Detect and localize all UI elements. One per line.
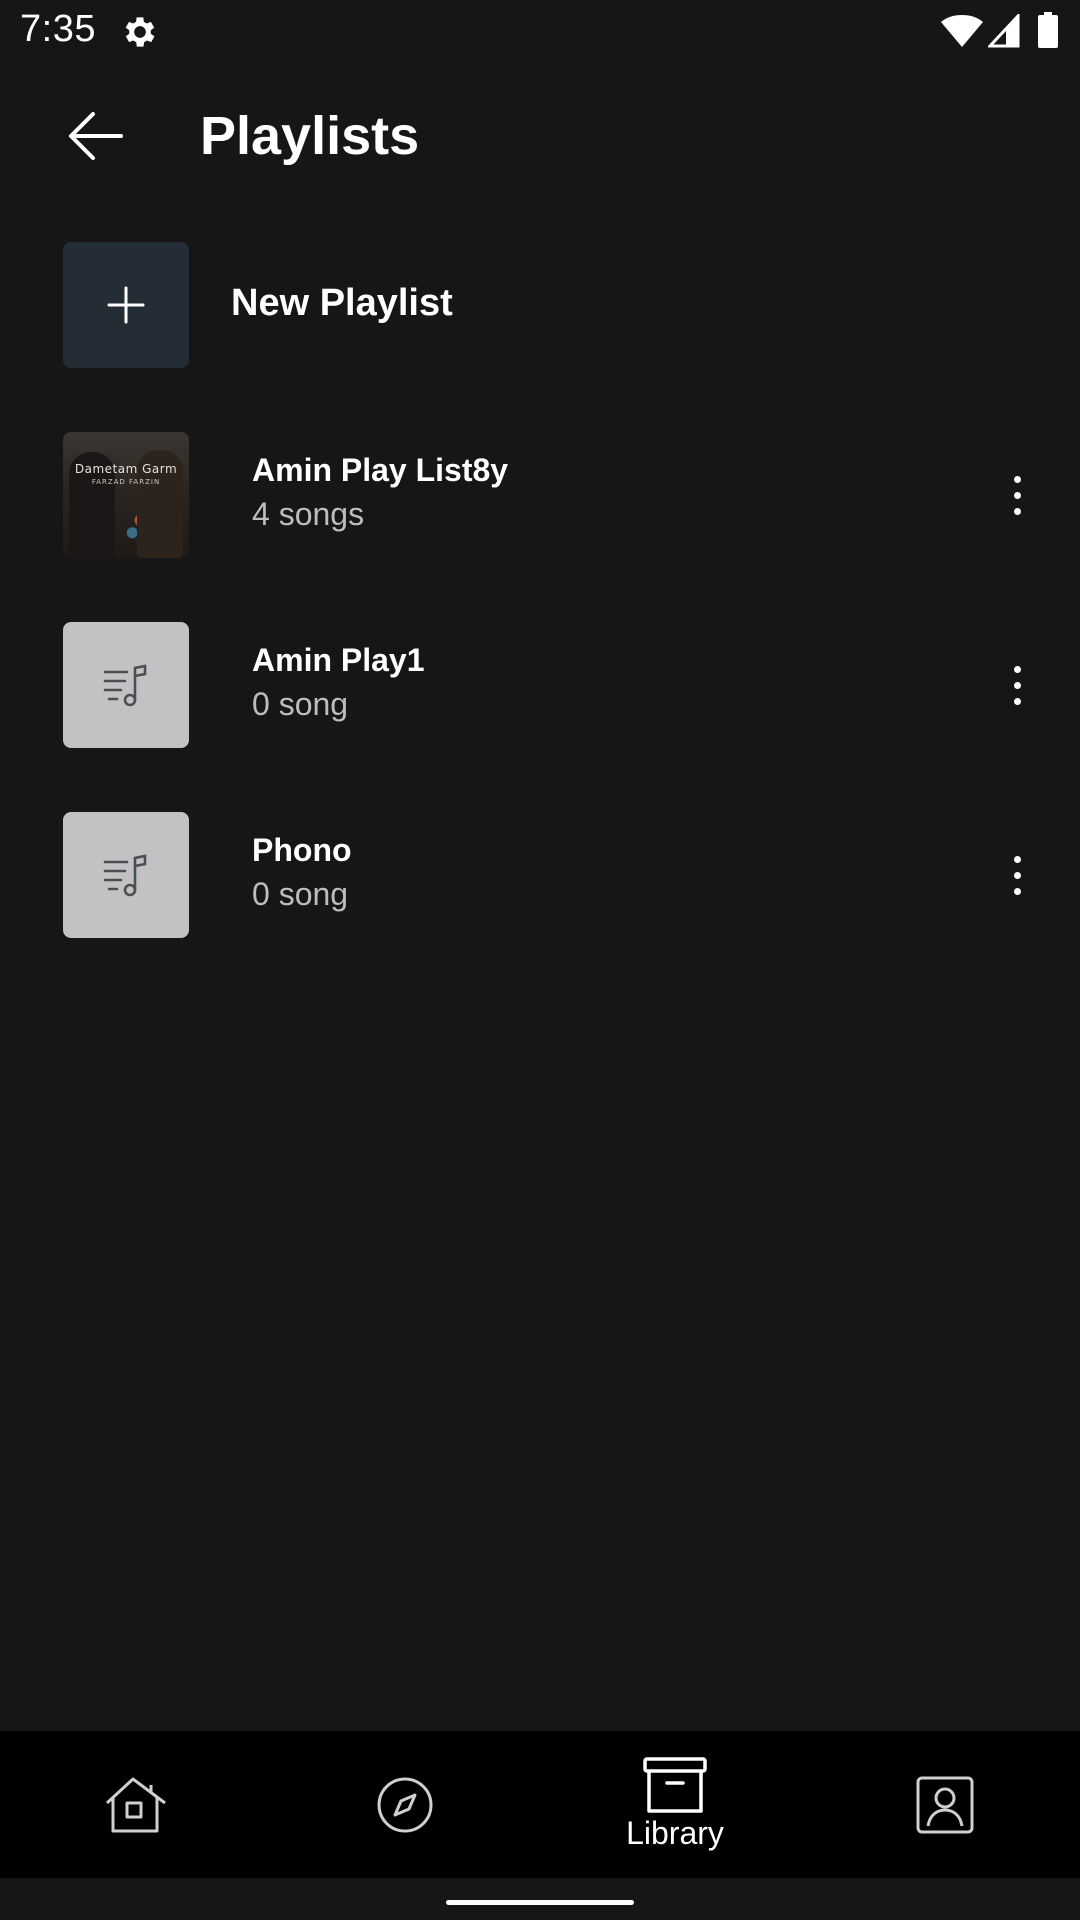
new-playlist-thumb xyxy=(63,242,189,368)
bottom-navigation: Library xyxy=(0,1731,1080,1878)
playlist-item[interactable]: Dametam Garm FARZAD FARZIN Amin Play Lis… xyxy=(63,432,1043,558)
archive-box-icon xyxy=(643,1757,707,1813)
playlist-item[interactable]: Phono 0 song xyxy=(63,812,1043,938)
nav-explore[interactable] xyxy=(270,1731,540,1878)
battery-icon xyxy=(1038,12,1058,48)
profile-icon xyxy=(916,1776,974,1833)
playlist-title: Amin Play1 xyxy=(252,642,425,678)
compass-icon xyxy=(377,1777,433,1832)
more-options-icon[interactable] xyxy=(997,655,1037,715)
nav-library[interactable]: Library xyxy=(540,1731,810,1878)
new-playlist-label: New Playlist xyxy=(231,282,453,324)
gesture-bar xyxy=(0,1878,1080,1920)
playlist-title: Amin Play List8y xyxy=(252,452,509,488)
arrow-left-icon xyxy=(69,112,123,160)
playlist-music-icon xyxy=(103,664,147,707)
home-icon xyxy=(105,1777,166,1832)
album-artwork: Dametam Garm FARZAD FARZIN xyxy=(63,432,189,558)
playlist-title: Phono xyxy=(252,832,352,868)
playlist-thumb xyxy=(63,622,189,748)
nav-home[interactable] xyxy=(0,1731,270,1878)
playlist-song-count: 0 song xyxy=(252,876,349,912)
playlist-music-icon xyxy=(103,854,147,897)
signal-icon xyxy=(988,14,1020,48)
more-options-icon[interactable] xyxy=(997,465,1037,525)
page-title: Playlists xyxy=(200,106,420,166)
playlist-song-count: 0 song xyxy=(252,686,349,722)
plus-icon xyxy=(107,286,145,324)
nav-library-label: Library xyxy=(626,1815,724,1851)
wifi-icon xyxy=(941,15,983,47)
status-time: 7:35 xyxy=(20,8,96,50)
playlist-song-count: 4 songs xyxy=(252,496,365,532)
more-options-icon[interactable] xyxy=(997,845,1037,905)
back-button[interactable] xyxy=(60,104,130,168)
playlist-item[interactable]: Amin Play1 0 song xyxy=(63,622,1043,748)
status-bar: 7:35 xyxy=(0,0,1080,64)
playlist-thumb xyxy=(63,812,189,938)
gesture-handle[interactable] xyxy=(446,1900,634,1905)
gear-icon xyxy=(125,17,155,47)
new-playlist-button[interactable]: New Playlist xyxy=(63,242,1023,368)
nav-profile[interactable] xyxy=(810,1731,1080,1878)
